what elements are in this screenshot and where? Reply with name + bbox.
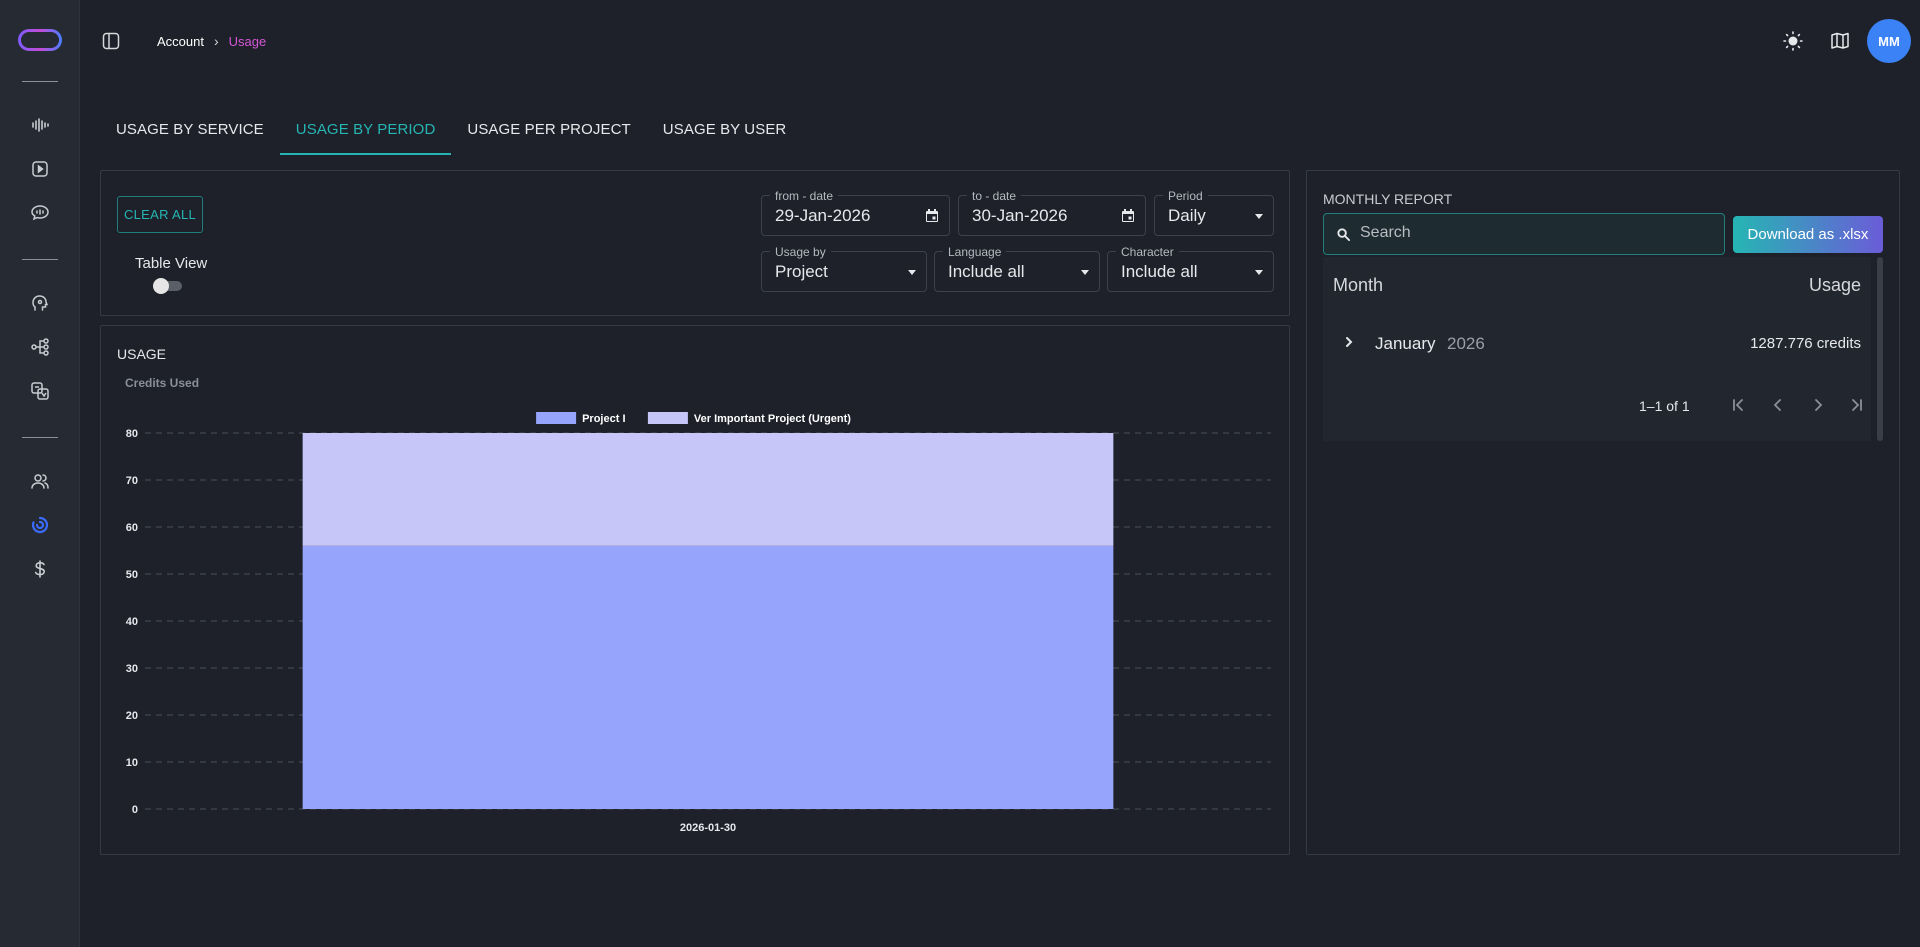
x-tick-label: 2026-01-30 [680, 822, 736, 834]
sidebar-divider [22, 259, 58, 260]
search-input[interactable] [1360, 224, 1710, 242]
breadcrumb-account[interactable]: Account [157, 34, 204, 49]
y-tick-label: 80 [126, 428, 138, 440]
breadcrumb-current: Usage [228, 33, 267, 49]
from-date-label: from - date [770, 189, 839, 203]
usage-tabs: USAGE BY SERVICE USAGE BY PERIOD USAGE P… [100, 111, 802, 155]
from-date-value[interactable]: 29-Jan-2026 [775, 206, 870, 226]
tab-usage-per-project[interactable]: USAGE PER PROJECT [451, 111, 646, 155]
legend-label: Project I [582, 413, 625, 425]
period-value: Daily [1168, 206, 1206, 225]
to-date-value[interactable]: 30-Jan-2026 [972, 206, 1067, 226]
previous-page-icon[interactable] [1769, 396, 1787, 414]
search-icon [1336, 227, 1351, 242]
avatar[interactable]: MM [1867, 19, 1911, 63]
report-search[interactable] [1323, 213, 1725, 255]
next-page-icon[interactable] [1809, 396, 1827, 414]
translate-icon[interactable] [28, 379, 52, 403]
clear-all-button[interactable]: CLEAR ALL [117, 196, 203, 233]
row-month: January [1375, 334, 1436, 353]
column-header-usage[interactable]: Usage [1809, 275, 1861, 296]
tab-usage-by-period[interactable]: USAGE BY PERIOD [279, 111, 452, 155]
calendar-icon[interactable] [924, 208, 940, 224]
caret-down-icon [1255, 214, 1263, 219]
period-select[interactable]: Period Daily [1154, 189, 1274, 236]
report-scrollbar[interactable] [1877, 257, 1883, 441]
usage-chart-panel: USAGE Credits Used 0 10 20 30 40 50 60 70 80 2026… [100, 325, 1290, 855]
usage-by-value: Project [775, 262, 828, 281]
first-page-icon[interactable] [1729, 396, 1747, 414]
caret-down-icon [1081, 270, 1089, 275]
waveform-icon[interactable] [28, 113, 52, 137]
tab-usage-by-service[interactable]: USAGE BY SERVICE [100, 111, 280, 155]
y-tick-label: 40 [126, 616, 138, 628]
y-tick-label: 10 [126, 757, 138, 769]
y-tick-label: 20 [126, 710, 138, 722]
table-view-label: Table View [135, 255, 208, 272]
chevron-right-icon[interactable] [1343, 335, 1355, 347]
character-value: Include all [1121, 262, 1198, 281]
calendar-icon[interactable] [1120, 208, 1136, 224]
column-header-month[interactable]: Month [1333, 275, 1383, 296]
y-tick-label: 70 [126, 475, 138, 487]
billing-dollar-icon[interactable] [28, 557, 52, 581]
toggle-knob [153, 278, 169, 294]
character-label: Character [1116, 245, 1179, 259]
sidebar-divider [22, 81, 58, 82]
filters-panel: CLEAR ALL Table View from - date 29-Jan-… [100, 170, 1290, 316]
row-year: 2026 [1447, 334, 1485, 353]
character-select[interactable]: Character Include all [1107, 245, 1274, 292]
usage-chart: 0 10 20 30 40 50 60 70 80 2026-01-30 Project I Ver … [126, 412, 1271, 834]
usage-by-select[interactable]: Usage by Project [761, 245, 927, 292]
app-logo[interactable] [18, 29, 62, 51]
workflow-icon[interactable] [28, 335, 52, 359]
video-play-icon[interactable] [28, 157, 52, 181]
caret-down-icon [1255, 270, 1263, 275]
sidebar-toggle-icon[interactable] [101, 31, 121, 51]
table-view-toggle[interactable] [153, 278, 182, 294]
bar-segment [302, 545, 1114, 809]
y-tick-label: 30 [126, 663, 138, 675]
monthly-report-panel: MONTHLY REPORT Download as .xlsx Month U… [1306, 170, 1900, 855]
chat-wave-icon[interactable] [28, 201, 52, 225]
period-label: Period [1163, 189, 1208, 203]
from-date-field[interactable]: from - date 29-Jan-2026 [761, 189, 950, 236]
row-usage: 1287.776 credits [1750, 335, 1861, 352]
to-date-label: to - date [967, 189, 1022, 203]
y-tick-label: 0 [132, 804, 138, 816]
legend-swatch [647, 412, 688, 424]
y-tick-label: 50 [126, 569, 138, 581]
caret-down-icon [908, 270, 916, 275]
language-label: Language [943, 245, 1007, 259]
pagination-info: 1–1 of 1 [1639, 398, 1690, 414]
language-select[interactable]: Language Include all [934, 245, 1100, 292]
usage-icon[interactable] [28, 513, 52, 537]
report-table: Month Usage January 2026 1287.776 credit… [1323, 257, 1871, 441]
sidebar-divider [22, 437, 58, 438]
language-value: Include all [948, 262, 1025, 281]
bar-segment [302, 433, 1114, 546]
tab-usage-by-user[interactable]: USAGE BY USER [647, 111, 803, 155]
sidebar [0, 0, 80, 947]
chevron-right-icon: › [213, 33, 219, 49]
legend-swatch [536, 412, 577, 424]
users-icon[interactable] [28, 469, 52, 493]
voice-head-icon[interactable] [28, 291, 52, 315]
theme-sun-icon[interactable] [1782, 30, 1804, 52]
to-date-field[interactable]: to - date 30-Jan-2026 [958, 189, 1146, 236]
report-title: MONTHLY REPORT [1323, 191, 1453, 207]
usage-by-label: Usage by [770, 245, 831, 259]
download-xlsx-button[interactable]: Download as .xlsx [1733, 216, 1883, 253]
y-tick-label: 60 [126, 522, 138, 534]
legend-label: Ver Important Project (Urgent) [694, 413, 851, 425]
docs-book-icon[interactable] [1829, 30, 1851, 52]
last-page-icon[interactable] [1848, 396, 1866, 414]
breadcrumb: Account › Usage [157, 33, 266, 49]
